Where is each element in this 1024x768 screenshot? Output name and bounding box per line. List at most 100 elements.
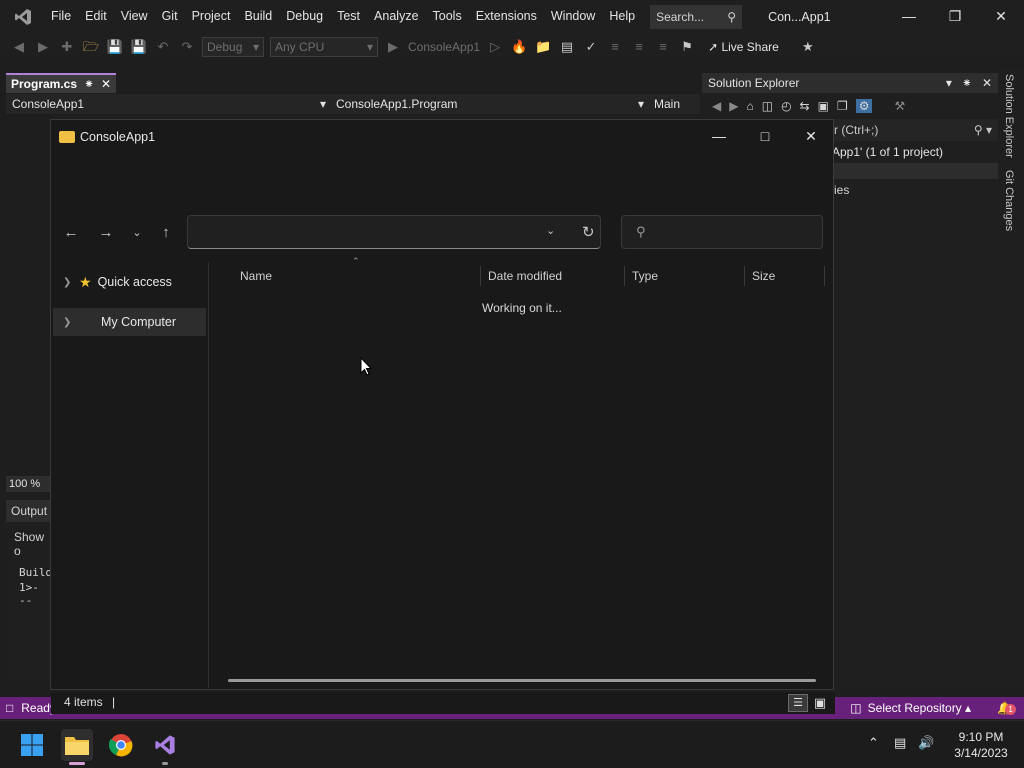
start-without-debugging-icon[interactable]: ▷: [486, 38, 504, 56]
notifications-icon[interactable]: 🔔1: [997, 701, 1017, 715]
undo-icon[interactable]: ↶: [154, 38, 172, 56]
visual-studio-logo-icon[interactable]: [10, 6, 36, 28]
dialog-search-input[interactable]: ⚲: [621, 215, 823, 249]
menu-tools[interactable]: Tools: [426, 0, 469, 33]
large-icons-view-icon[interactable]: ▣: [811, 694, 829, 712]
close-icon[interactable]: ✕: [101, 77, 111, 91]
run-target-label[interactable]: ConsoleApp1: [408, 40, 480, 54]
horizontal-scrollbar[interactable]: [228, 679, 816, 682]
minimize-icon[interactable]: —: [886, 0, 932, 33]
back-arrow-icon[interactable]: ←: [59, 223, 83, 243]
open-folder-icon[interactable]: 🗁: [82, 38, 100, 56]
menu-git[interactable]: Git: [155, 0, 185, 33]
menu-analyze[interactable]: Analyze: [367, 0, 425, 33]
class-dropdown[interactable]: ConsoleApp1.Program ▾: [326, 97, 644, 111]
up-arrow-icon[interactable]: ↑: [154, 223, 178, 243]
forward-icon[interactable]: ▶: [729, 99, 738, 113]
hot-reload-icon[interactable]: 🔥: [510, 38, 528, 56]
dialog-close-icon[interactable]: ✕: [788, 120, 834, 153]
sidebar-item-quick-access[interactable]: ❯ ★ Quick access: [53, 268, 206, 296]
save-icon[interactable]: 💾: [106, 38, 124, 56]
show-all-files-icon[interactable]: ❐: [837, 99, 848, 113]
new-item-icon[interactable]: ✚: [58, 38, 76, 56]
menu-project[interactable]: Project: [185, 0, 238, 33]
align-icon[interactable]: ≡: [606, 38, 624, 56]
comment-icon[interactable]: ≡: [630, 38, 648, 56]
properties-icon[interactable]: ⚒: [894, 99, 905, 113]
menu-file[interactable]: File: [44, 0, 78, 33]
menu-view[interactable]: View: [114, 0, 155, 33]
close-icon[interactable]: ✕: [978, 0, 1024, 33]
uncomment-icon[interactable]: ≡: [654, 38, 672, 56]
bookmark-icon[interactable]: ⚑: [678, 38, 696, 56]
tab-git-changes[interactable]: Git Changes: [998, 164, 1020, 237]
column-header-date-modified[interactable]: Date modified: [481, 266, 625, 286]
vs-search-box[interactable]: Search... ⚲: [650, 4, 743, 29]
clock-date: 3/14/2023: [954, 746, 1008, 760]
dialog-minimize-icon[interactable]: —: [696, 120, 742, 153]
chrome-taskbar-icon[interactable]: [105, 729, 137, 761]
menu-test[interactable]: Test: [330, 0, 367, 33]
forward-nav-icon[interactable]: ▶: [34, 38, 52, 56]
pin-icon[interactable]: ⁕: [962, 76, 972, 90]
live-share-button[interactable]: ➚ Live Share: [708, 40, 779, 54]
output-line: Build: [19, 566, 53, 579]
back-nav-icon[interactable]: ◀: [10, 38, 28, 56]
forward-arrow-icon[interactable]: →: [94, 223, 118, 243]
file-explorer-taskbar-icon[interactable]: [61, 729, 93, 765]
column-header-size[interactable]: Size: [745, 266, 825, 286]
configuration-select[interactable]: Debug ▾: [202, 37, 264, 57]
chevron-right-icon[interactable]: ❯: [63, 277, 77, 288]
platform-select[interactable]: Any CPU ▾: [270, 37, 378, 57]
chevron-right-icon[interactable]: ❯: [63, 317, 77, 328]
dialog-maximize-icon[interactable]: □: [742, 120, 788, 153]
restore-icon[interactable]: ❐: [932, 0, 978, 33]
sync-icon[interactable]: ⇆: [800, 99, 810, 113]
zoom-level[interactable]: 100 %: [6, 476, 50, 492]
column-header-type[interactable]: Type: [625, 266, 745, 286]
select-repository-button[interactable]: Select Repository ▴: [868, 701, 971, 715]
column-header-name[interactable]: Name: [233, 266, 481, 286]
project-dropdown[interactable]: ConsoleApp1 ▾: [6, 97, 326, 111]
filter-icon[interactable]: ⚙: [855, 99, 873, 113]
address-bar[interactable]: ⌄ ↻: [187, 215, 601, 249]
windows-start-icon[interactable]: [16, 729, 48, 761]
collapse-all-icon[interactable]: ▣: [818, 99, 829, 113]
tab-solution-explorer[interactable]: Solution Explorer: [998, 68, 1020, 164]
layout-icon[interactable]: ▤: [558, 38, 576, 56]
menu-extensions[interactable]: Extensions: [469, 0, 544, 33]
menu-window[interactable]: Window: [544, 0, 602, 33]
solution-view-icon[interactable]: 📁: [534, 38, 552, 56]
history-icon[interactable]: ◴: [781, 99, 791, 113]
close-icon[interactable]: ✕: [982, 76, 992, 90]
clock[interactable]: 9:10 PM 3/14/2023: [948, 729, 1014, 761]
home-icon[interactable]: ⌂: [746, 99, 753, 113]
back-icon[interactable]: ◀: [712, 99, 721, 113]
menu-build[interactable]: Build: [237, 0, 279, 33]
member-dropdown[interactable]: Main: [644, 97, 680, 111]
menu-debug[interactable]: Debug: [279, 0, 330, 33]
volume-icon[interactable]: 🔊: [918, 735, 934, 751]
visual-studio-taskbar-icon[interactable]: [149, 729, 181, 765]
menu-edit[interactable]: Edit: [78, 0, 114, 33]
refresh-icon[interactable]: ↻: [582, 223, 595, 241]
chevron-down-icon[interactable]: ▾: [946, 76, 952, 90]
spellcheck-icon[interactable]: ✓: [582, 38, 600, 56]
recent-locations-chevron-icon[interactable]: ⌄: [125, 223, 149, 243]
pin-icon[interactable]: ⁕: [84, 77, 94, 91]
save-all-icon[interactable]: 💾: [130, 38, 148, 56]
show-hidden-icons-chevron-icon[interactable]: ⌃: [868, 735, 879, 751]
navigation-bar: ConsoleApp1 ▾ ConsoleApp1.Program ▾ Main: [6, 94, 700, 114]
redo-icon[interactable]: ↷: [178, 38, 196, 56]
start-debugging-icon[interactable]: ▶: [384, 38, 402, 56]
document-tab[interactable]: Program.cs ⁕ ✕: [6, 73, 116, 93]
details-view-icon[interactable]: ☰: [788, 694, 808, 712]
network-icon[interactable]: ▤: [894, 735, 906, 751]
feedback-icon[interactable]: ★: [799, 38, 817, 56]
switch-views-icon[interactable]: ◫: [762, 99, 773, 113]
menu-help[interactable]: Help: [602, 0, 642, 33]
output-title: Output: [6, 500, 50, 522]
address-history-chevron-icon[interactable]: ⌄: [546, 224, 555, 237]
status-separator: |: [112, 695, 116, 709]
sidebar-item-my-computer[interactable]: ❯ My Computer: [53, 308, 206, 336]
